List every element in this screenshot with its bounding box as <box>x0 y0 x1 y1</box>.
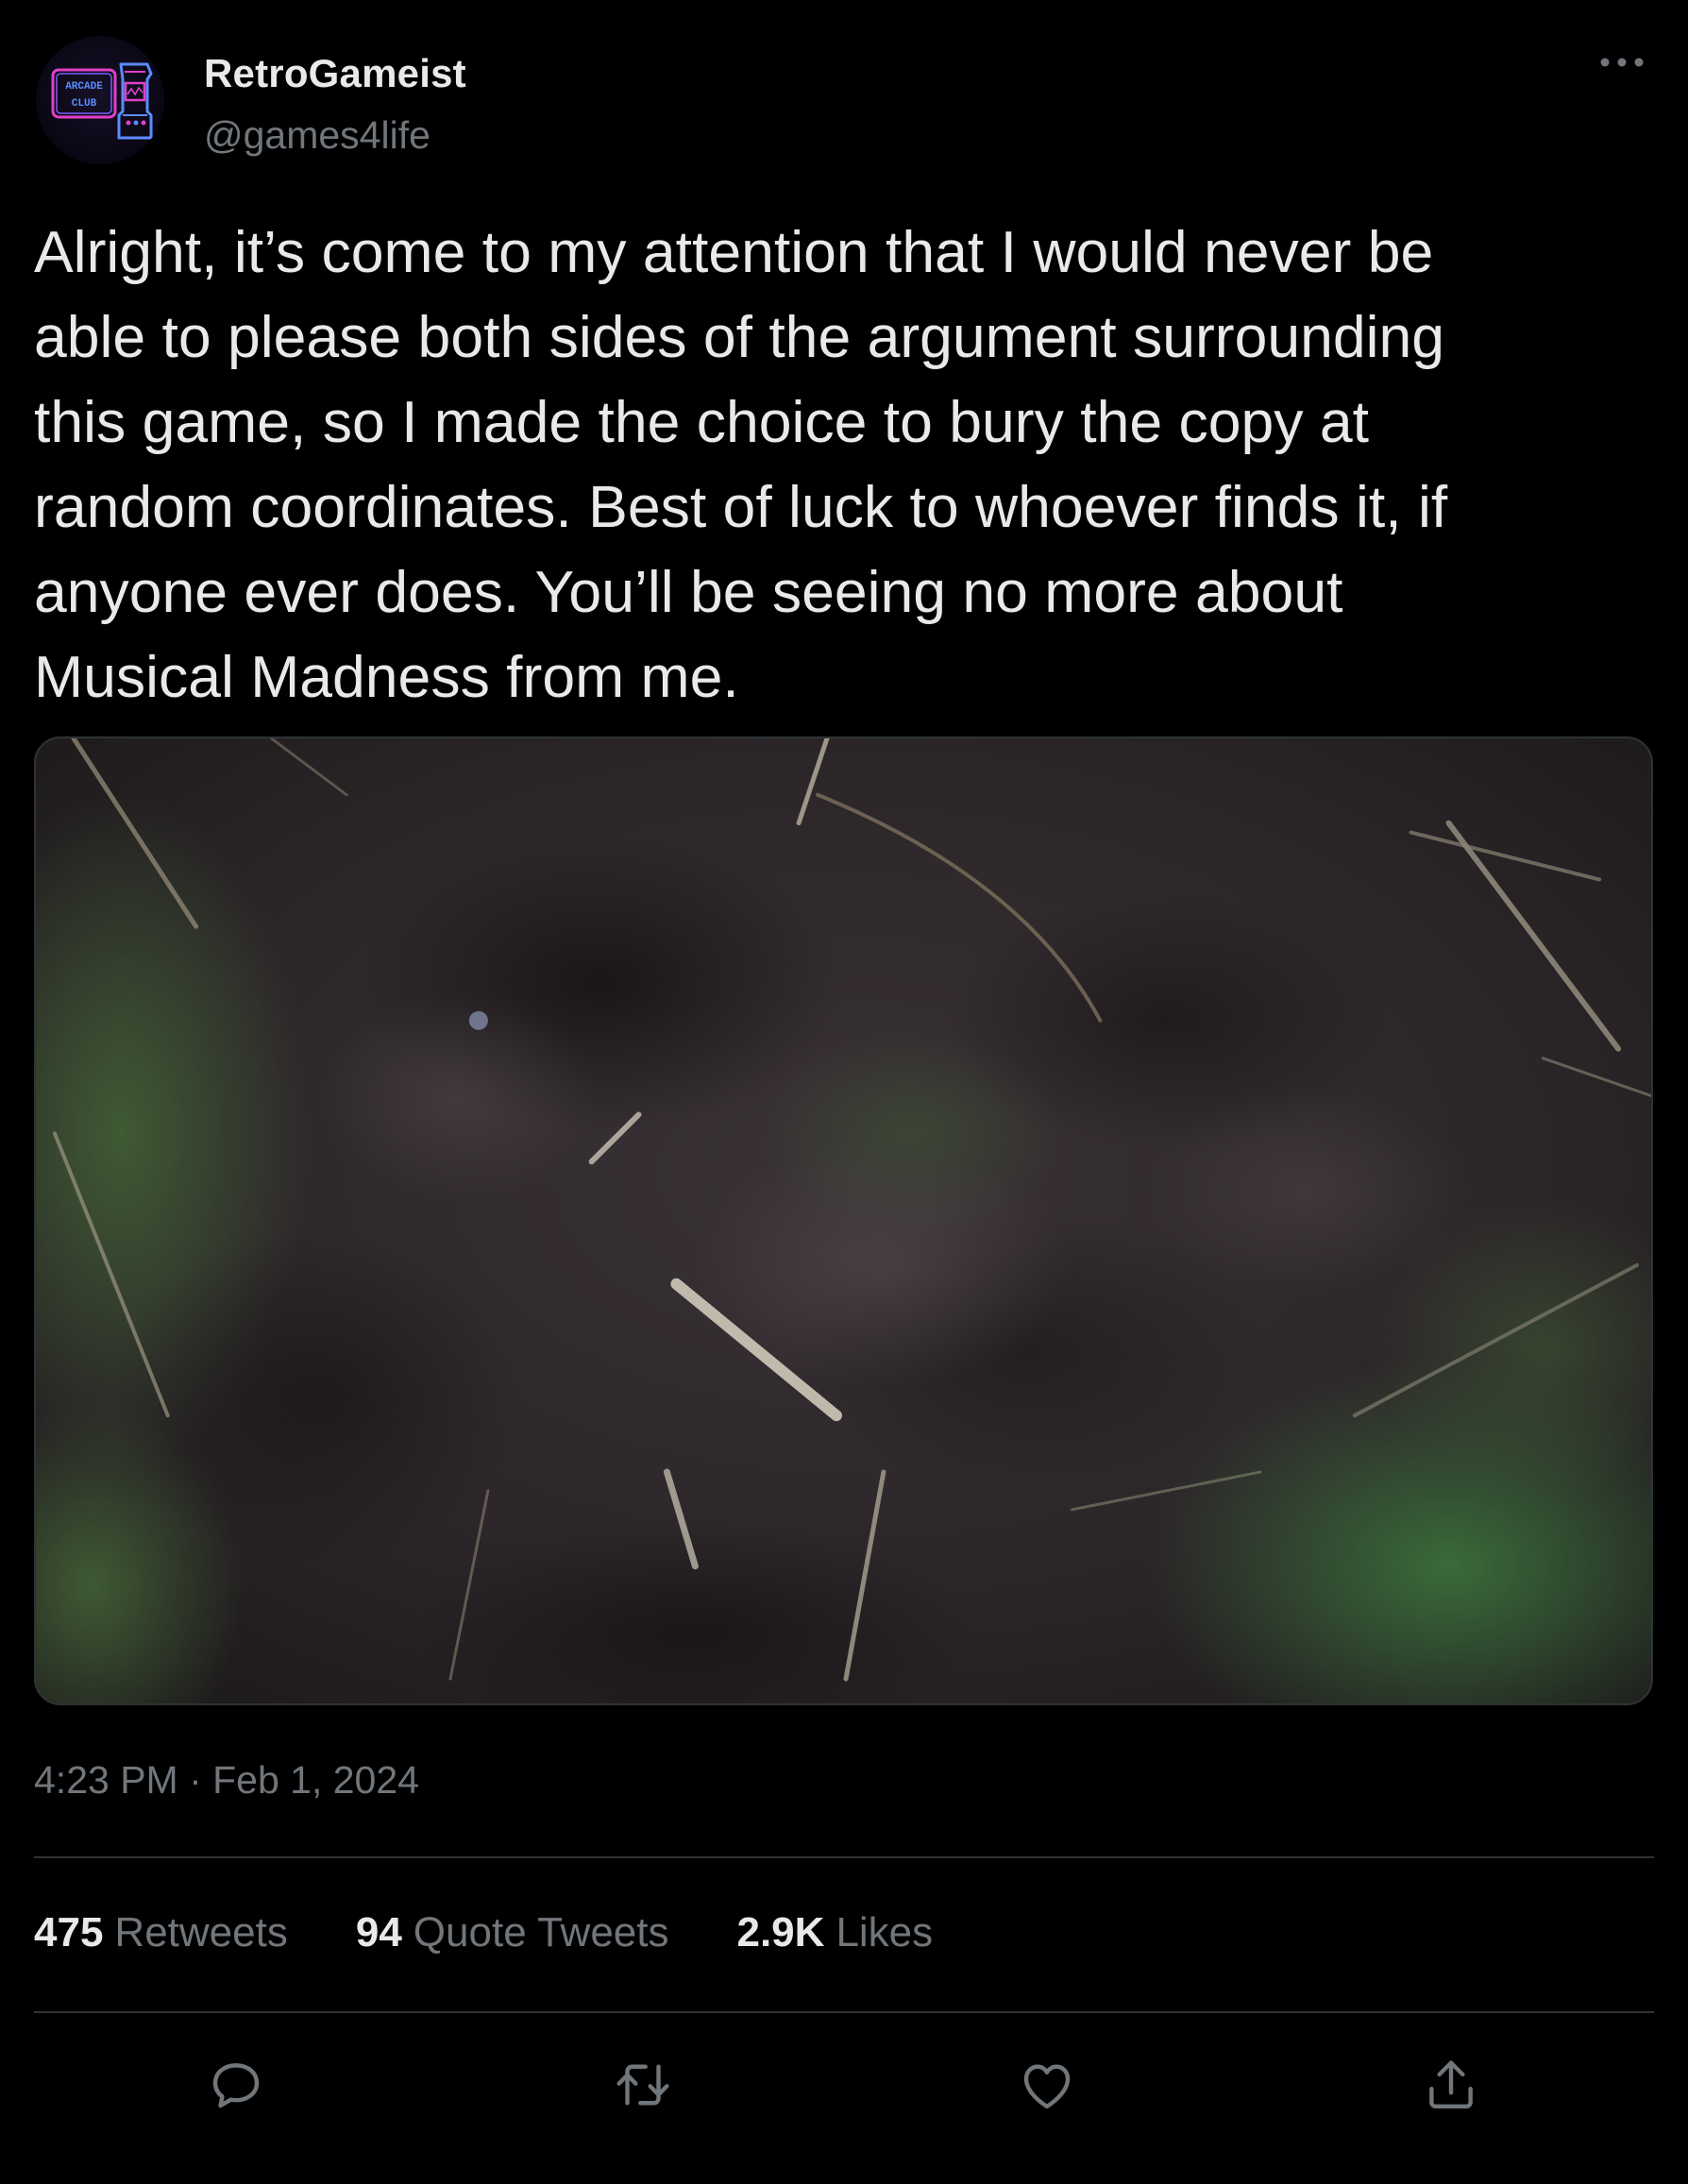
share-button[interactable] <box>1417 2051 1485 2119</box>
retweets-count: 475 <box>34 1909 104 1955</box>
like-button[interactable] <box>1013 2051 1081 2119</box>
likes-count: 2.9K <box>736 1909 825 1955</box>
engagement-stats: 475 Retweets 94 Quote Tweets 2.9K Likes <box>34 1909 933 1956</box>
avatar[interactable]: ARCADE CLUB <box>36 36 164 164</box>
arcade-club-logo: ARCADE CLUB <box>51 62 153 140</box>
retweet-button[interactable] <box>609 2051 677 2119</box>
avatar-text-arcade: ARCADE <box>65 81 103 93</box>
divider <box>34 1856 1654 1858</box>
reply-icon <box>212 2063 260 2108</box>
tweet-image[interactable] <box>34 736 1653 1705</box>
likes-label: Likes <box>836 1909 934 1955</box>
arcade-cabinet-icon <box>117 62 153 140</box>
likes-stat[interactable]: 2.9K Likes <box>736 1909 933 1956</box>
retweets-stat[interactable]: 475 Retweets <box>34 1909 288 1956</box>
heart-icon <box>1023 2064 1071 2109</box>
tweet: ARCADE CLUB RetroGameist @games4life Alr… <box>0 0 1688 2184</box>
dirt-ground-photo <box>36 738 1651 1703</box>
quote-tweets-label: Quote Tweets <box>413 1909 669 1955</box>
avatar-text-club: CLUB <box>72 98 97 110</box>
more-horizontal-icon <box>1600 58 1644 67</box>
retweets-label: Retweets <box>114 1909 288 1955</box>
more-options-button[interactable] <box>1595 43 1648 81</box>
retweet-icon <box>616 2064 669 2106</box>
share-icon <box>1429 2060 1473 2109</box>
tweet-text: Alright, it’s come to my attention that … <box>34 219 1448 710</box>
display-name[interactable]: RetroGameist <box>204 51 466 96</box>
quote-tweets-stat[interactable]: 94 Quote Tweets <box>356 1909 669 1956</box>
reply-button[interactable] <box>202 2051 270 2119</box>
divider <box>34 2011 1654 2013</box>
quote-tweets-count: 94 <box>355 1909 402 1955</box>
user-handle[interactable]: @games4life <box>204 113 430 158</box>
tweet-timestamp[interactable]: 4:23 PM · Feb 1, 2024 <box>34 1758 419 1803</box>
